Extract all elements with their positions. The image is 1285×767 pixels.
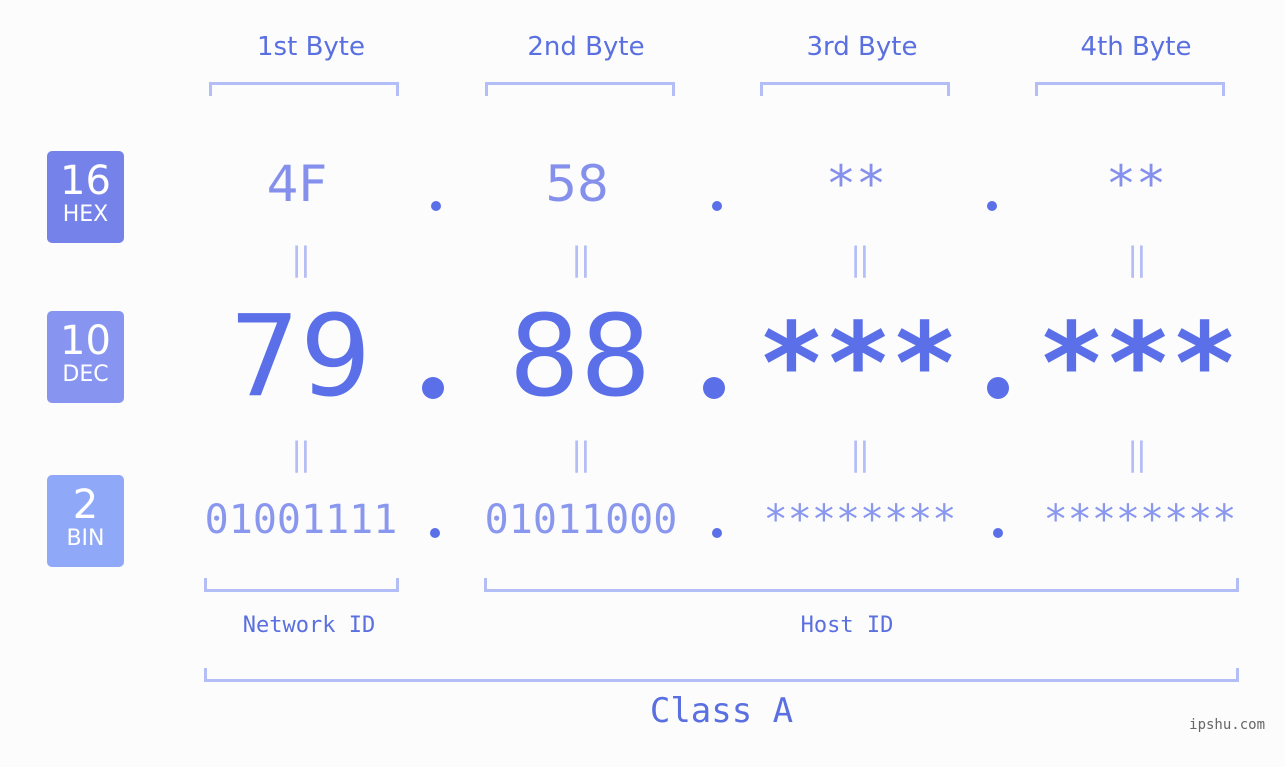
hex-value-3: ** (825, 155, 887, 213)
byte-bracket-3 (760, 82, 950, 96)
dec-value-3: *** (762, 300, 962, 430)
bin-separator-dot (430, 528, 440, 538)
equals-marker: || (850, 240, 870, 278)
dec-badge-label: DEC (62, 362, 109, 387)
bin-badge-number: 2 (72, 482, 99, 528)
hex-value-4: ** (1105, 155, 1167, 213)
byte-label-4: 4th Byte (1080, 32, 1192, 62)
hex-value-1: 4F (266, 155, 328, 213)
bin-separator-dot (712, 528, 722, 538)
bin-value-4: ******** (1043, 497, 1237, 543)
host-id-label: Host ID (800, 613, 894, 638)
hex-value-2: 58 (545, 155, 609, 213)
byte-label-3: 3rd Byte (806, 32, 918, 62)
dec-separator-dot (422, 377, 444, 399)
dec-badge-number: 10 (60, 318, 111, 364)
byte-bracket-2 (485, 82, 675, 96)
byte-bracket-1 (209, 82, 399, 96)
class-label: Class A (649, 691, 794, 731)
class-bracket (204, 668, 1239, 682)
byte-label-1: 1st Byte (257, 32, 365, 62)
bin-value-2: 01011000 (484, 497, 678, 543)
dec-value-4: *** (1042, 300, 1242, 430)
byte-bracket-4 (1035, 82, 1225, 96)
equals-marker: || (291, 435, 311, 473)
bin-badge: 2 BIN (47, 475, 124, 567)
bin-value-3: ******** (763, 497, 957, 543)
hex-separator-dot (712, 201, 722, 211)
bin-value-1: 01001111 (204, 497, 398, 543)
equals-marker: || (1127, 435, 1147, 473)
hex-separator-dot (431, 201, 441, 211)
dec-badge: 10 DEC (47, 311, 124, 403)
network-id-label: Network ID (242, 613, 376, 638)
hex-badge: 16 HEX (47, 151, 124, 243)
dec-value-2: 88 (508, 292, 652, 422)
hex-badge-label: HEX (62, 202, 109, 227)
dec-separator-dot (703, 377, 725, 399)
hex-separator-dot (987, 201, 997, 211)
equals-marker: || (571, 240, 591, 278)
network-id-bracket (204, 578, 399, 592)
equals-marker: || (571, 435, 591, 473)
hex-badge-number: 16 (60, 158, 111, 204)
watermark: ipshu.com (1189, 717, 1265, 733)
equals-marker: || (291, 240, 311, 278)
bin-separator-dot (993, 528, 1003, 538)
equals-marker: || (1127, 240, 1147, 278)
host-id-bracket (484, 578, 1239, 592)
dec-value-1: 79 (228, 292, 372, 422)
bin-badge-label: BIN (66, 526, 105, 551)
dec-separator-dot (987, 377, 1009, 399)
byte-label-2: 2nd Byte (527, 32, 645, 62)
equals-marker: || (850, 435, 870, 473)
